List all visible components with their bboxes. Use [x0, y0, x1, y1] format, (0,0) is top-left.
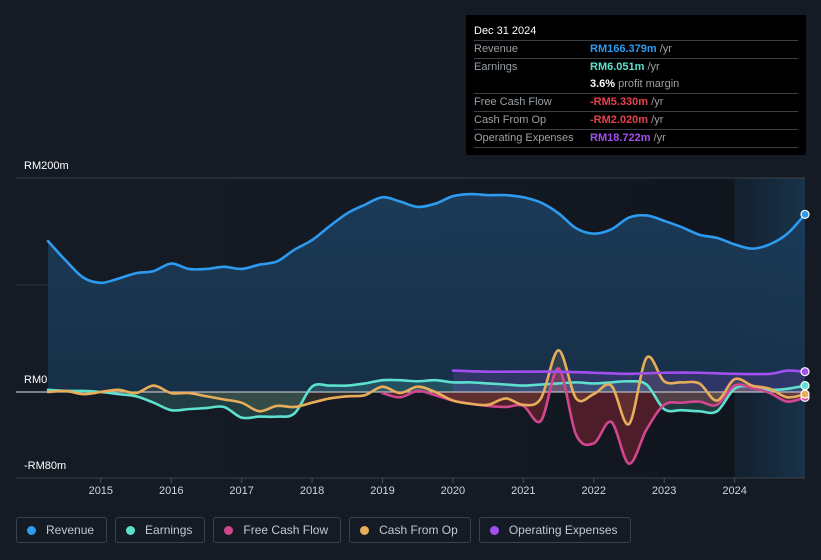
x-tick-label: 2017: [229, 485, 254, 497]
tooltip-row: Revenue RM166.379m /yr: [474, 41, 798, 59]
tooltip-value: -RM2.020m /yr: [590, 114, 664, 126]
tooltip-row: Cash From Op -RM2.020m /yr: [474, 112, 798, 130]
x-tick-label: 2020: [440, 485, 466, 497]
tooltip-value: -RM5.330m /yr: [590, 96, 664, 108]
y-tick-label: -RM80m: [24, 460, 67, 472]
legend: Revenue Earnings Free Cash Flow Cash From O…: [16, 517, 631, 543]
tooltip-label: Cash From Op: [474, 114, 547, 126]
legend-dot-icon: [126, 525, 136, 535]
legend-item-earnings[interactable]: Earnings: [115, 517, 206, 543]
legend-label: Revenue: [46, 523, 95, 537]
x-tick-label: 2024: [722, 485, 747, 497]
end-point-earnings: [800, 380, 810, 391]
legend-dot-icon: [224, 525, 234, 535]
tooltip-row: 3.6% profit margin: [474, 76, 798, 94]
tooltip-date: Dec 31 2024: [474, 23, 798, 41]
legend-item-free-cash-flow[interactable]: Free Cash Flow: [213, 517, 342, 543]
tooltip-value: RM18.722m /yr: [590, 132, 666, 144]
tooltip-value: RM166.379m /yr: [590, 43, 672, 55]
tooltip-label: Operating Expenses: [474, 132, 574, 144]
legend-label: Earnings: [145, 523, 193, 537]
legend-item-revenue[interactable]: Revenue: [16, 517, 108, 543]
tooltip-row: Free Cash Flow -RM5.330m /yr: [474, 94, 798, 112]
end-point-operating-expenses: [800, 367, 810, 377]
legend-dot-icon: [27, 525, 36, 535]
legend-dot-icon: [360, 525, 370, 535]
x-tick-label: 2018: [299, 485, 325, 497]
tooltip-label: Earnings: [474, 61, 518, 73]
tooltip-label: Free Cash Flow: [474, 96, 552, 108]
x-tick-label: 2016: [158, 485, 184, 497]
y-tick-label: RM0: [24, 374, 48, 386]
legend-dot-icon: [489, 525, 499, 535]
x-tick-label: 2023: [651, 485, 677, 497]
legend-label: Free Cash Flow: [243, 523, 329, 537]
legend-label: Cash From Op: [379, 523, 458, 537]
tooltip-value: 3.6% profit margin: [590, 78, 680, 90]
tooltip-row: Earnings RM6.051m /yr: [474, 59, 798, 76]
tooltip: Dec 31 2024 Revenue RM166.379m /yr Earning…: [466, 15, 806, 155]
legend-item-operating-expenses[interactable]: Operating Expenses: [478, 517, 631, 543]
x-tick-label: 2022: [581, 485, 606, 497]
x-tick-label: 2021: [511, 485, 536, 497]
x-tick-label: 2019: [370, 485, 395, 497]
x-tick-label: 2015: [88, 485, 114, 497]
tooltip-value: RM6.051m /yr: [590, 61, 660, 73]
tooltip-label: [474, 76, 590, 93]
y-tick-label: RM200m: [24, 160, 69, 172]
end-point-revenue: [800, 209, 810, 219]
tooltip-row: Operating Expenses RM18.722m /yr: [474, 130, 798, 148]
end-point-cash-from-op: [800, 389, 810, 399]
tooltip-label: Revenue: [474, 43, 519, 55]
legend-label: Operating Expenses: [508, 523, 618, 537]
legend-item-cash-from-op[interactable]: Cash From Op: [349, 517, 471, 543]
